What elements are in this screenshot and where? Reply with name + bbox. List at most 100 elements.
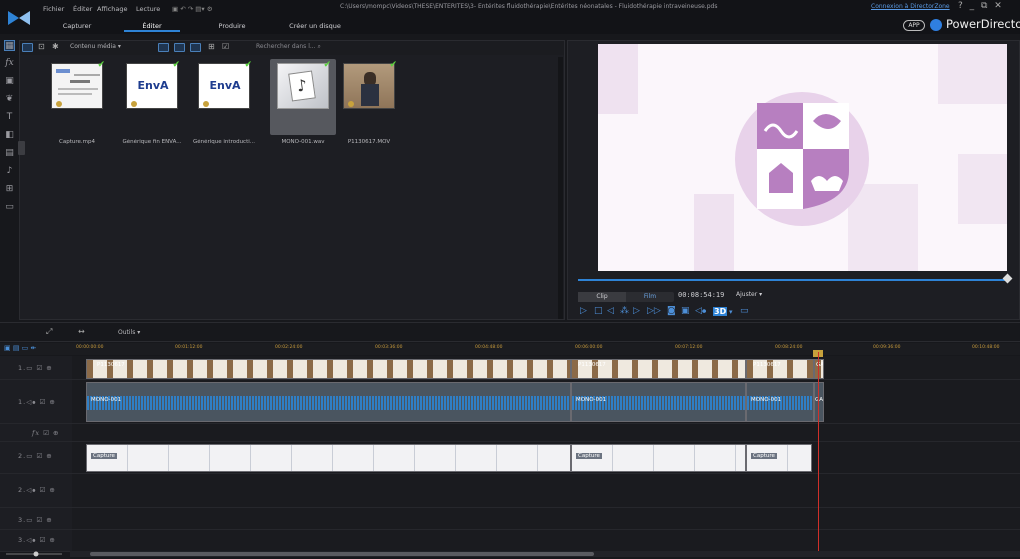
clip-label: MONO-001 <box>751 397 782 403</box>
window-controls[interactable]: ? _ ⧉ ✕ <box>958 1 1004 11</box>
play-icon[interactable]: ▷ <box>580 306 587 316</box>
thumbnail <box>343 63 395 109</box>
ruler-mark: 00:08:24:00 <box>775 345 803 350</box>
track-manager-icons[interactable]: ▣ ▤ ▭ ↞ <box>4 344 36 352</box>
timeline-tracks: 1.▭ ☑ ⊕ 1.◁⦁ ☑ ⊕ fx ☑ ⊕ 2.▭ ☑ ⊕ 2.◁⦁ ☑ ⊕… <box>0 356 1020 552</box>
video-clip[interactable]: GA <box>814 359 824 379</box>
media-item-mono-wav[interactable]: ♪ ✔ <box>277 60 331 109</box>
capture-clip[interactable]: Capture <box>746 444 812 472</box>
tab-create-disc[interactable]: Créer un disque <box>280 20 350 32</box>
clip-label: P1130617 <box>578 362 606 368</box>
audio-mixing-icon[interactable]: ▤ <box>4 148 15 159</box>
school-crest-logo <box>757 103 849 209</box>
trim-tool-icon[interactable]: ↔ <box>78 327 85 336</box>
menu-edit[interactable]: Éditer <box>73 3 92 15</box>
sort-icon[interactable]: ☑ <box>222 42 229 51</box>
capture-clip[interactable]: Capture <box>86 444 571 472</box>
app-badge[interactable]: APP <box>903 20 925 31</box>
split-icon[interactable]: ⁂ <box>620 306 629 316</box>
fast-forward-icon[interactable]: ▷▷ <box>647 306 661 316</box>
preview-progress-bar[interactable] <box>578 279 1007 281</box>
powerdirector-window: Fichier Éditer Affichage Lecture ▣ ↶ ↷ ▤… <box>0 0 1020 559</box>
used-checkmark-icon: ✔ <box>172 60 180 70</box>
snapshot-icon[interactable]: ◙ <box>667 306 676 316</box>
tools-menu[interactable]: Outils ▾ <box>118 329 140 336</box>
ruler-mark: 00:02:24:00 <box>275 345 303 350</box>
room-toolbar: ▦ fx ▣ ❦ T ◧ ▤ ♪ ⊞ ▭ <box>0 40 18 320</box>
used-checkmark-icon: ✔ <box>389 60 397 70</box>
timecode-display[interactable]: 00:08:54:19 <box>678 291 724 299</box>
ruler-mark: 00:01:12:00 <box>175 345 203 350</box>
3d-dropdown-icon[interactable]: ▾ <box>729 308 733 316</box>
media-item-generique-intro[interactable]: EnvA ✔ <box>198 60 252 109</box>
tab-produce[interactable]: Produire <box>204 20 260 32</box>
media-room-icon[interactable]: ▦ <box>4 40 15 51</box>
tab-edit[interactable]: Éditer <box>124 20 180 32</box>
content-selector[interactable]: Contenu média ▾ <box>70 43 121 50</box>
filter-image-icon[interactable] <box>174 43 185 52</box>
track-label-video-3[interactable]: 3.▭ ☑ ⊕ <box>18 516 53 524</box>
title-room-icon[interactable]: T <box>4 112 15 123</box>
previous-frame-icon[interactable]: ◁ <box>607 306 614 316</box>
video-clip[interactable]: P1130617 <box>746 359 814 379</box>
next-frame-icon[interactable]: ▷ <box>633 306 640 316</box>
filter-video-icon[interactable] <box>158 43 169 52</box>
media-caption: P1130617.MOV <box>347 139 391 145</box>
menu-view[interactable]: Affichage <box>97 3 128 15</box>
audio-clip[interactable]: MONO-001 <box>571 382 746 422</box>
tab-capture[interactable]: Capturer <box>49 20 105 32</box>
3d-toggle[interactable]: 3D <box>713 307 728 316</box>
audio-clip[interactable]: MONO-001 <box>86 382 571 422</box>
import-icon[interactable]: ⊡ <box>38 42 45 51</box>
transition-room-icon[interactable]: ◧ <box>4 130 15 141</box>
pointer-tool-icon[interactable]: ⤢ <box>46 327 52 337</box>
plugin-icon[interactable]: ✱ <box>52 42 59 51</box>
library-search[interactable]: Rechercher dans l... ⌕ <box>256 43 321 51</box>
directorzone-link[interactable]: Connexion à DirectorZone <box>871 3 950 10</box>
quick-tools-icons[interactable]: ▣ ↶ ↷ ▤▾ ⚙ <box>172 3 213 15</box>
undock-icon[interactable]: ▣ <box>681 306 690 316</box>
media-item-generique-fin[interactable]: EnvA ✔ <box>126 60 180 109</box>
timeline-ruler[interactable]: ▣ ▤ ▭ ↞ 00:00:00:00 00:01:12:00 00:02:24… <box>0 343 1020 355</box>
track-label-audio-3[interactable]: 3.◁⦁ ☑ ⊕ <box>18 536 56 545</box>
track-label-audio-2[interactable]: 2.◁⦁ ☑ ⊕ <box>18 486 56 495</box>
fx-room-icon[interactable]: fx <box>4 58 15 69</box>
pip-room-icon[interactable]: ▣ <box>4 76 15 87</box>
fullscreen-icon[interactable]: ▭ <box>740 306 749 316</box>
menu-play[interactable]: Lecture <box>136 3 160 15</box>
film-mode-button[interactable]: Film <box>626 292 674 302</box>
ruler-mark: 00:00:00:00 <box>76 345 104 350</box>
track-label-fx[interactable]: fx ☑ ⊕ <box>32 429 59 437</box>
menu-file[interactable]: Fichier <box>43 3 64 15</box>
clip-label: P1130617 <box>97 362 125 368</box>
audio-clip[interactable]: GA <box>814 382 824 422</box>
panel-expand-handle[interactable] <box>18 141 25 155</box>
fit-dropdown[interactable]: Ajuster ▾ <box>736 291 762 298</box>
volume-icon[interactable]: ◁⦁ <box>695 306 706 316</box>
media-item-p1130617[interactable]: ✔ <box>343 60 397 109</box>
view-grid-icon[interactable]: ⊞ <box>208 42 215 51</box>
video-clip[interactable]: P1130617 <box>86 359 571 379</box>
clip-mode-button[interactable]: Clip <box>578 292 626 302</box>
media-caption: Capture.mp4 <box>59 139 95 145</box>
subtitle-room-icon[interactable]: ▭ <box>4 202 15 213</box>
filter-audio-icon[interactable] <box>190 43 201 52</box>
timeline-zoom-slider[interactable] <box>2 551 68 557</box>
audio-clip[interactable]: MONO-001 <box>746 382 814 422</box>
thumbnail: EnvA <box>126 63 178 109</box>
chapter-room-icon[interactable]: ⊞ <box>4 184 15 195</box>
track-label-video-1[interactable]: 1.▭ ☑ ⊕ <box>18 364 53 372</box>
timeline-scroll-thumb[interactable] <box>90 552 594 556</box>
video-clip[interactable]: P1130617 <box>571 359 746 379</box>
track-label-audio-1[interactable]: 1.◁⦁ ☑ ⊕ <box>18 398 56 407</box>
media-content-icon[interactable] <box>22 43 33 52</box>
particle-room-icon[interactable]: ❦ <box>4 94 15 105</box>
library-scrollbar[interactable] <box>558 57 563 319</box>
playhead-line[interactable] <box>818 352 819 552</box>
voiceover-icon[interactable]: ♪ <box>4 166 15 177</box>
stop-icon[interactable]: □ <box>594 306 603 316</box>
track-label-video-2[interactable]: 2.▭ ☑ ⊕ <box>18 452 53 460</box>
capture-clip[interactable]: Capture <box>571 444 746 472</box>
progress-knob[interactable] <box>1002 273 1013 284</box>
